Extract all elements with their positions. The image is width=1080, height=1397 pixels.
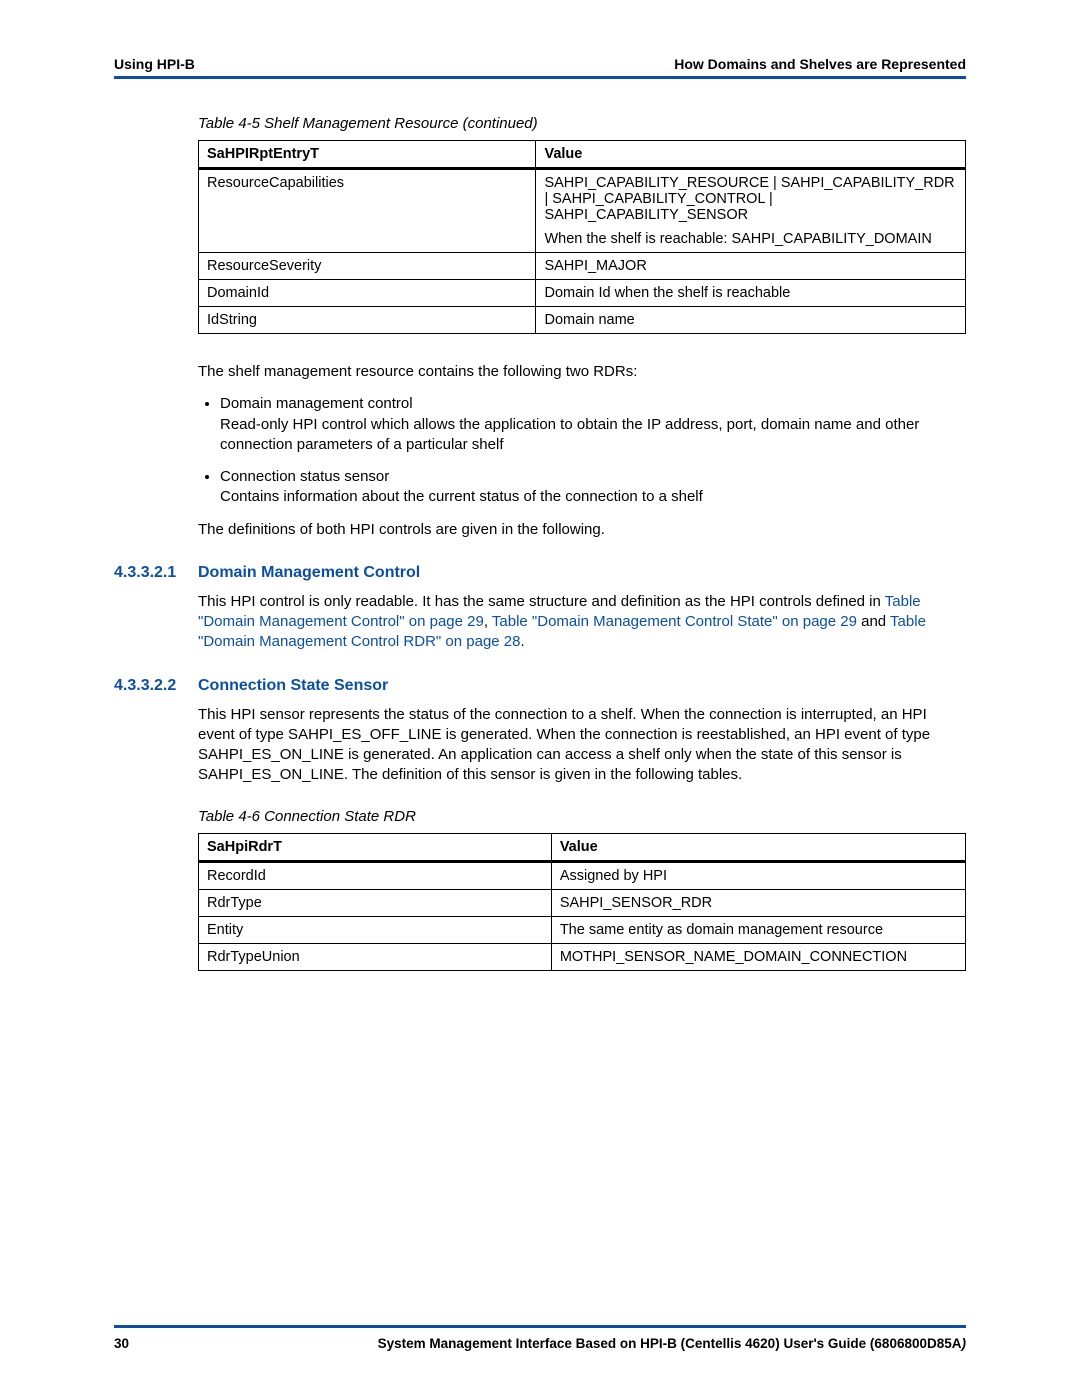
table-4-5: SaHPIRptEntryT Value ResourceCapabilitie…	[198, 140, 966, 334]
text: .	[521, 633, 525, 650]
td: MOTHPI_SENSOR_NAME_DOMAIN_CONNECTION	[551, 943, 965, 970]
th: SaHPIRptEntryT	[199, 141, 536, 169]
td: DomainId	[199, 280, 536, 307]
content-column: Table 4-5 Shelf Management Resource (con…	[198, 115, 966, 971]
header-rule	[114, 76, 966, 79]
td: The same entity as domain management res…	[551, 916, 965, 943]
text: )	[962, 1336, 967, 1351]
table-row: Entity The same entity as domain managem…	[199, 916, 966, 943]
td: ResourceCapabilities	[199, 169, 536, 253]
xref-link[interactable]: Table "Domain Management Control State" …	[492, 613, 857, 630]
cell-line: SAHPI_CAPABILITY_RESOURCE | SAHPI_CAPABI…	[544, 175, 957, 223]
table-4-6-caption: Table 4-6 Connection State RDR	[198, 808, 966, 825]
page-number: 30	[114, 1336, 129, 1351]
paragraph: This HPI control is only readable. It ha…	[198, 592, 966, 653]
header-left: Using HPI-B	[114, 56, 195, 72]
table-row: DomainId Domain Id when the shelf is rea…	[199, 280, 966, 307]
list-item: Connection status sensor Contains inform…	[220, 467, 966, 508]
td: RdrType	[199, 889, 552, 916]
text: This HPI control is only readable. It ha…	[198, 593, 885, 610]
table-4-6: SaHpiRdrT Value RecordId Assigned by HPI…	[198, 833, 966, 971]
td: IdString	[199, 307, 536, 334]
table-row: ResourceSeverity SAHPI_MAJOR	[199, 253, 966, 280]
paragraph: The definitions of both HPI controls are…	[198, 520, 966, 540]
table-row: RdrType SAHPI_SENSOR_RDR	[199, 889, 966, 916]
footer-row: 30 System Management Interface Based on …	[114, 1336, 966, 1351]
list-item-desc: Read-only HPI control which allows the a…	[220, 416, 919, 453]
td: RecordId	[199, 861, 552, 889]
th: SaHpiRdrT	[199, 833, 552, 861]
section-number: 4.3.3.2.2	[114, 677, 198, 695]
footer-rule	[114, 1325, 966, 1328]
list-item: Domain management control Read-only HPI …	[220, 394, 966, 455]
section-heading-4-3-3-2-2: 4.3.3.2.2 Connection State Sensor	[114, 677, 966, 695]
footer-doc-title: System Management Interface Based on HPI…	[378, 1336, 966, 1351]
table-4-5-caption: Table 4-5 Shelf Management Resource (con…	[198, 115, 966, 132]
table-header-row: SaHPIRptEntryT Value	[199, 141, 966, 169]
text: ,	[484, 613, 492, 630]
td: RdrTypeUnion	[199, 943, 552, 970]
paragraph: This HPI sensor represents the status of…	[198, 705, 966, 786]
td: Assigned by HPI	[551, 861, 965, 889]
paragraph: The shelf management resource contains t…	[198, 362, 966, 382]
td: ResourceSeverity	[199, 253, 536, 280]
header-right: How Domains and Shelves are Represented	[674, 56, 966, 72]
td: SAHPI_CAPABILITY_RESOURCE | SAHPI_CAPABI…	[536, 169, 966, 253]
table-row: IdString Domain name	[199, 307, 966, 334]
th: Value	[551, 833, 965, 861]
section-title: Domain Management Control	[198, 564, 420, 582]
table-row: RdrTypeUnion MOTHPI_SENSOR_NAME_DOMAIN_C…	[199, 943, 966, 970]
list-item-desc: Contains information about the current s…	[220, 488, 703, 505]
list-item-title: Domain management control	[220, 395, 413, 412]
running-footer: 30 System Management Interface Based on …	[114, 1325, 966, 1351]
table-header-row: SaHpiRdrT Value	[199, 833, 966, 861]
td: SAHPI_SENSOR_RDR	[551, 889, 965, 916]
rdr-list: Domain management control Read-only HPI …	[198, 394, 966, 507]
table-row: RecordId Assigned by HPI	[199, 861, 966, 889]
page: Using HPI-B How Domains and Shelves are …	[0, 0, 1080, 1397]
section-number: 4.3.3.2.1	[114, 564, 198, 582]
table-row: ResourceCapabilities SAHPI_CAPABILITY_RE…	[199, 169, 966, 253]
section-heading-4-3-3-2-1: 4.3.3.2.1 Domain Management Control	[114, 564, 966, 582]
th: Value	[536, 141, 966, 169]
td: Domain Id when the shelf is reachable	[536, 280, 966, 307]
td: Entity	[199, 916, 552, 943]
list-item-title: Connection status sensor	[220, 468, 389, 485]
td: SAHPI_MAJOR	[536, 253, 966, 280]
cell-line: When the shelf is reachable: SAHPI_CAPAB…	[544, 231, 957, 247]
td: Domain name	[536, 307, 966, 334]
text: and	[857, 613, 890, 630]
section-title: Connection State Sensor	[198, 677, 388, 695]
text: System Management Interface Based on HPI…	[378, 1336, 962, 1351]
running-header: Using HPI-B How Domains and Shelves are …	[114, 56, 966, 72]
